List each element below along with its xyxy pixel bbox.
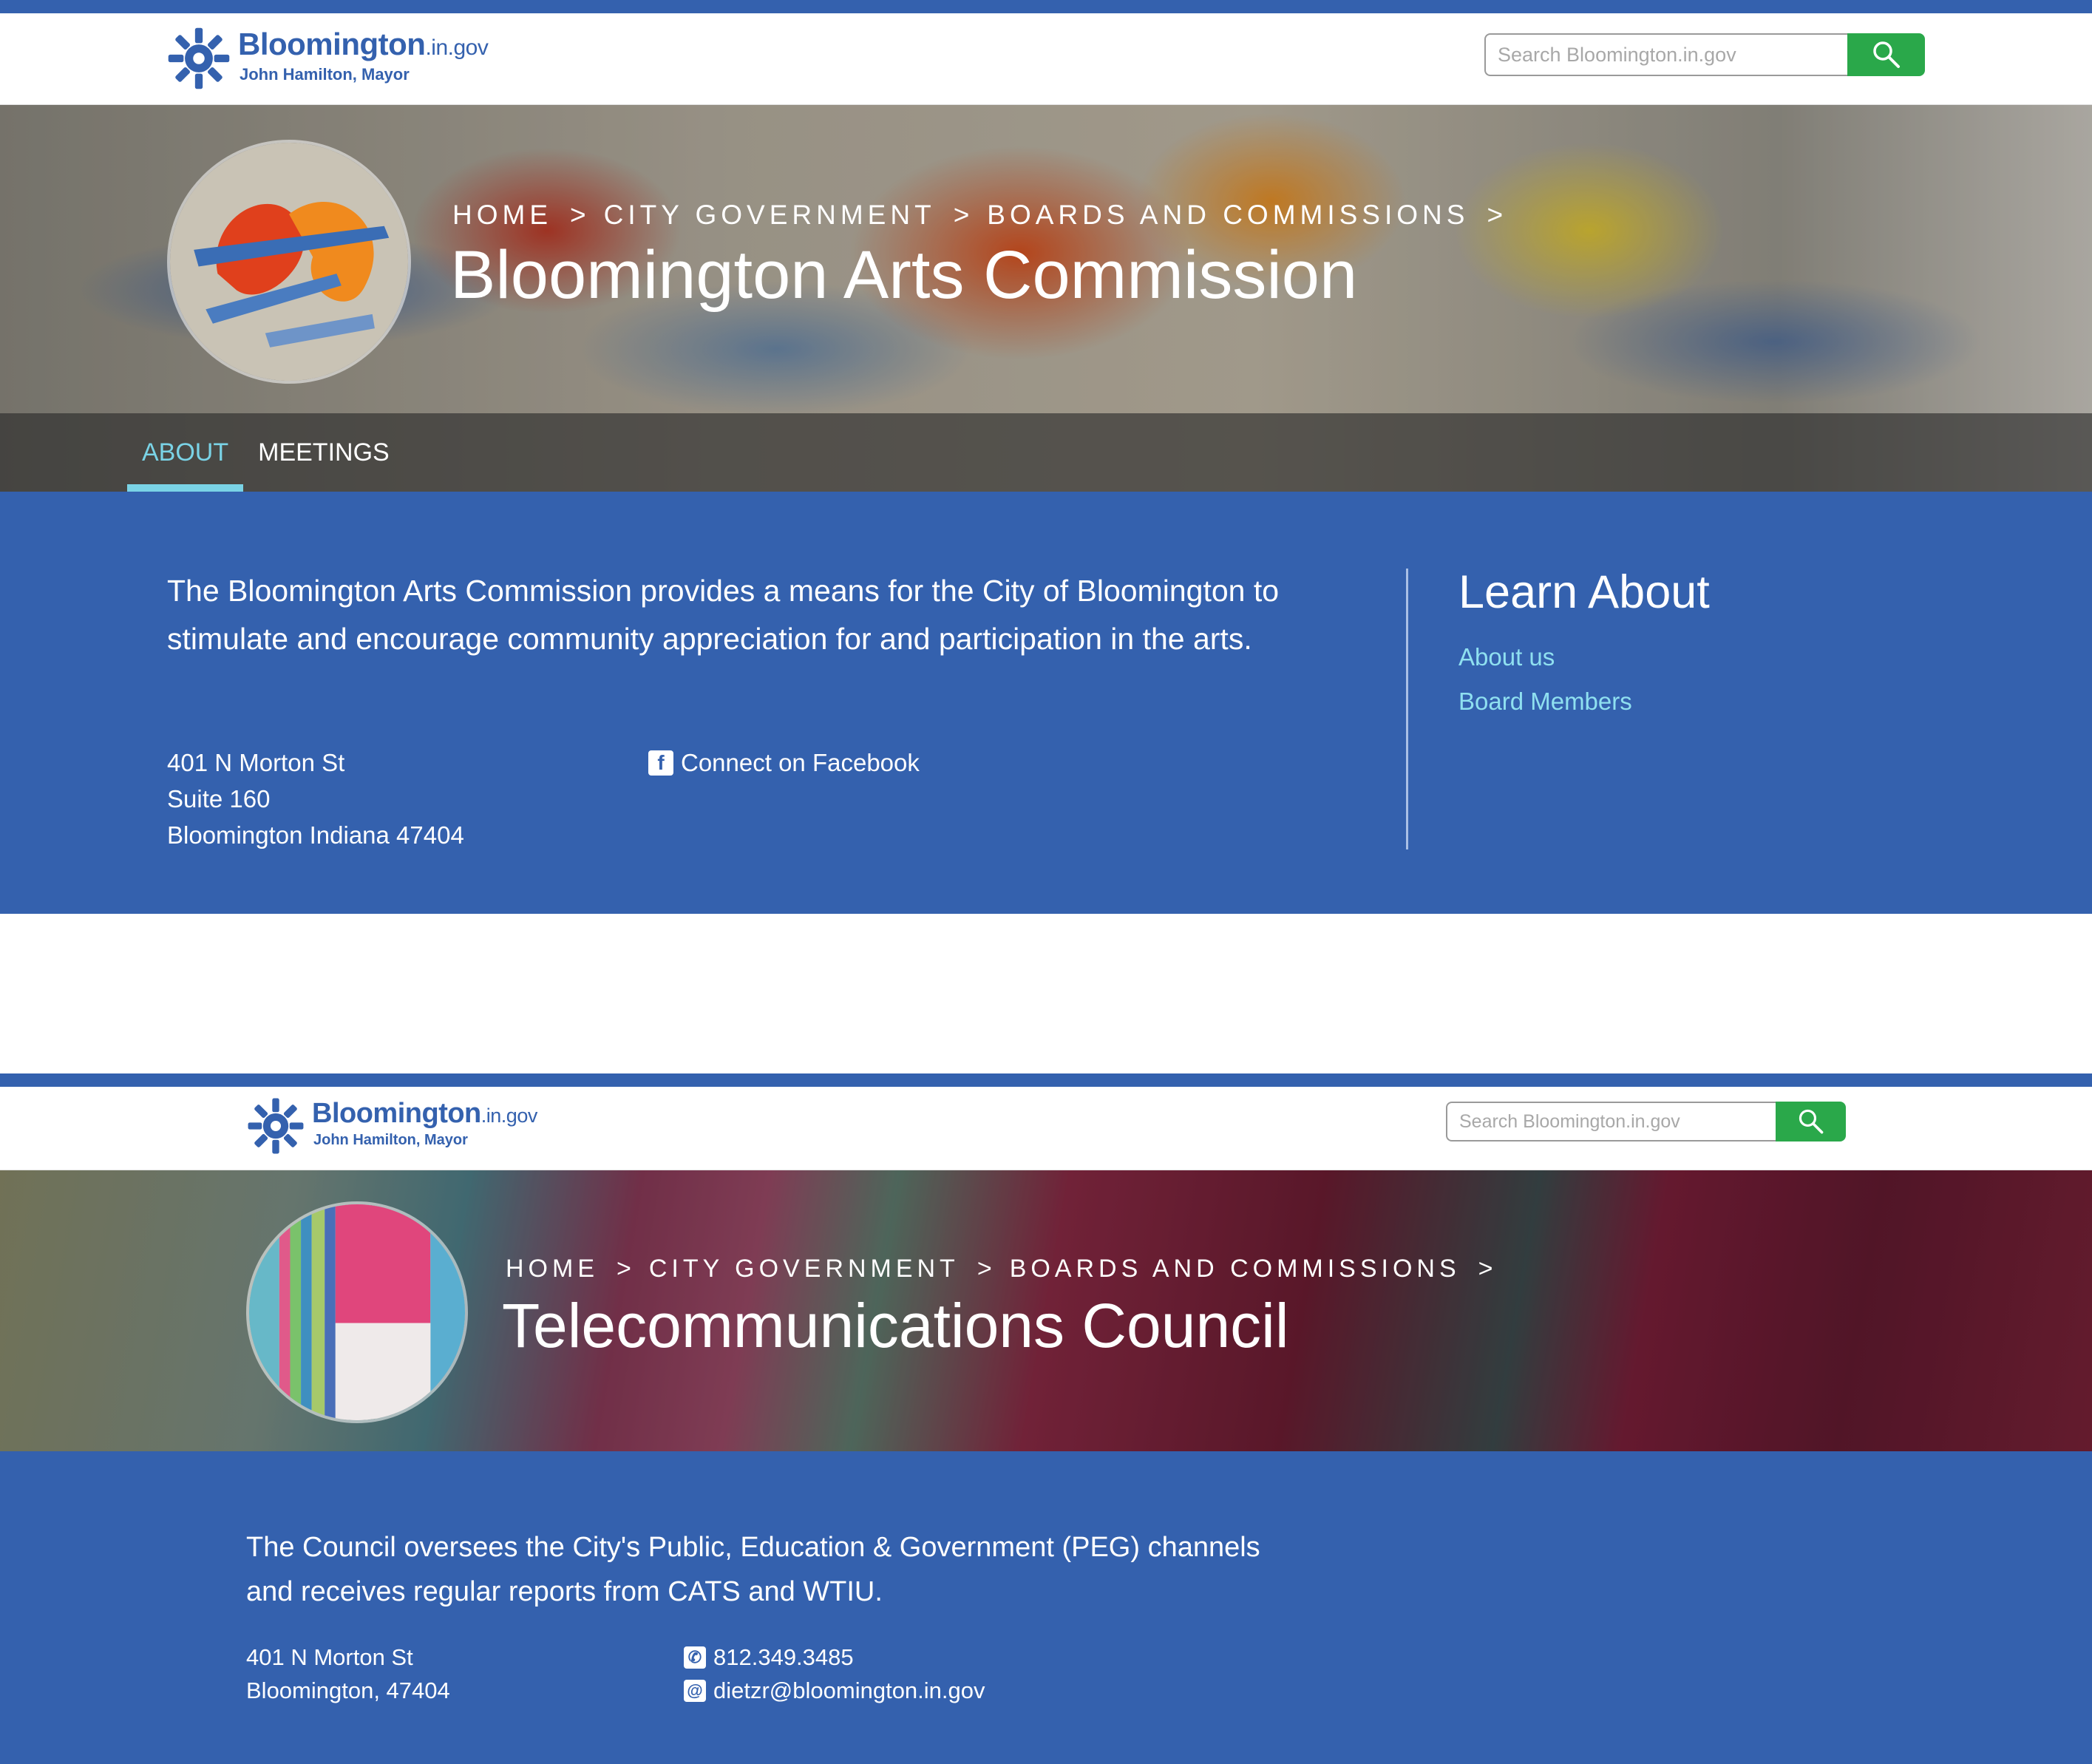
arts-commission-page: Bloomington.in.gov John Hamilton, Mayor	[0, 0, 2092, 914]
learn-about-panel: Learn About About us Board Members	[1458, 566, 1710, 724]
breadcrumb-separator: >	[953, 200, 970, 230]
breadcrumb-home[interactable]: HOME	[452, 200, 552, 231]
logo-wordmark: Bloomington.in.gov	[312, 1098, 537, 1129]
logo-wordmark: Bloomington.in.gov	[238, 27, 489, 61]
breadcrumb-separator: >	[570, 200, 586, 230]
email-link[interactable]: @ dietzr@bloomington.in.gov	[684, 1674, 985, 1707]
council-avatar-image	[246, 1201, 468, 1423]
tab-meetings[interactable]: MEETINGS	[243, 413, 404, 492]
search-icon	[1799, 1109, 1823, 1134]
site-header: Bloomington.in.gov John Hamilton, Mayor	[0, 1087, 2092, 1170]
commission-avatar-image	[167, 140, 411, 384]
learn-about-heading: Learn About	[1458, 566, 1710, 618]
address-line: 401 N Morton St	[246, 1644, 413, 1670]
address-line: Bloomington Indiana 47404	[167, 821, 464, 849]
city-logo-icon	[168, 27, 230, 89]
breadcrumb: HOME > CITY GOVERNMENT > BOARDS AND COMM…	[452, 200, 1521, 231]
commission-description: The Bloomington Arts Commission provides…	[167, 574, 1280, 656]
search-input[interactable]	[1446, 1102, 1776, 1141]
phone-number: 812.349.3485	[713, 1644, 854, 1670]
address-line: Bloomington, 47404	[246, 1678, 450, 1703]
breadcrumb-boards-commissions[interactable]: BOARDS AND COMMISSIONS	[987, 200, 1469, 231]
email-address: dietzr@bloomington.in.gov	[713, 1678, 985, 1703]
page-title: Telecommunications Council	[502, 1291, 1289, 1360]
contact-links: ✆ 812.349.3485 @ dietzr@bloomington.in.g…	[684, 1641, 985, 1707]
search-button[interactable]	[1847, 33, 1925, 76]
breadcrumb-boards-commissions[interactable]: BOARDS AND COMMISSIONS	[1010, 1255, 1461, 1283]
vertical-divider	[1406, 569, 1408, 849]
about-us-link[interactable]: About us	[1458, 635, 1710, 679]
board-members-link[interactable]: Board Members	[1458, 679, 1710, 724]
site-logo[interactable]: Bloomington.in.gov John Hamilton, Mayor	[167, 27, 489, 90]
breadcrumb-separator: >	[1478, 1255, 1493, 1283]
about-section: The Council oversees the City's Public, …	[0, 1451, 2092, 1764]
search-bar	[1446, 1102, 1846, 1141]
facebook-icon: f	[648, 750, 673, 776]
site-header: Bloomington.in.gov John Hamilton, Mayor	[0, 13, 2092, 105]
breadcrumb-separator: >	[617, 1255, 631, 1283]
address-line: Suite 160	[167, 785, 271, 813]
about-section: The Bloomington Arts Commission provides…	[0, 492, 2092, 914]
breadcrumb-city-government[interactable]: CITY GOVERNMENT	[604, 200, 936, 231]
tab-bar: ABOUT MEETINGS	[0, 413, 2092, 492]
address-block: 401 N Morton St Suite 160 Bloomington In…	[167, 744, 464, 853]
breadcrumb-separator: >	[977, 1255, 992, 1283]
phone-icon: ✆	[684, 1646, 706, 1669]
facebook-link[interactable]: f Connect on Facebook	[648, 744, 920, 781]
email-icon: @	[684, 1679, 706, 1702]
telecommunications-council-page: Bloomington.in.gov John Hamilton, Mayor	[0, 1073, 2092, 1764]
contact-links: f Connect on Facebook	[648, 744, 920, 781]
search-bar	[1484, 33, 1925, 76]
logo-mayor-text: John Hamilton, Mayor	[313, 1132, 468, 1148]
page: Bloomington.in.gov John Hamilton, Mayor	[0, 0, 2092, 1764]
city-logo-icon	[248, 1098, 304, 1154]
breadcrumb-city-government[interactable]: CITY GOVERNMENT	[649, 1255, 960, 1283]
breadcrumb: HOME > CITY GOVERNMENT > BOARDS AND COMM…	[506, 1255, 1511, 1283]
page-title: Bloomington Arts Commission	[450, 237, 1358, 313]
search-button[interactable]	[1776, 1102, 1846, 1141]
breadcrumb-home[interactable]: HOME	[506, 1255, 599, 1283]
search-icon	[1872, 41, 1900, 68]
facebook-link-label: Connect on Facebook	[681, 749, 920, 776]
council-description: The Council oversees the City's Public, …	[246, 1532, 1260, 1607]
tab-about[interactable]: ABOUT	[127, 413, 244, 492]
search-input[interactable]	[1484, 33, 1847, 76]
top-accent-bar	[0, 1073, 2092, 1087]
logo-mayor-text: John Hamilton, Mayor	[240, 65, 410, 84]
hero-banner: HOME > CITY GOVERNMENT > BOARDS AND COMM…	[0, 1170, 2092, 1451]
phone-link[interactable]: ✆ 812.349.3485	[684, 1641, 985, 1674]
hero-banner: HOME > CITY GOVERNMENT > BOARDS AND COMM…	[0, 105, 2092, 492]
site-logo[interactable]: Bloomington.in.gov John Hamilton, Mayor	[247, 1097, 537, 1155]
address-line: 401 N Morton St	[167, 749, 345, 776]
top-accent-bar	[0, 0, 2092, 13]
address-block: 401 N Morton St Bloomington, 47404	[246, 1641, 450, 1707]
breadcrumb-separator: >	[1487, 200, 1504, 230]
